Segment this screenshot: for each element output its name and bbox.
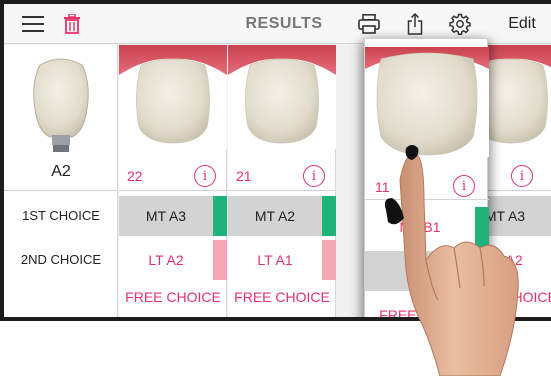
second-choice-cell[interactable]: LT A2 xyxy=(119,240,227,280)
tooth-photo xyxy=(119,45,227,149)
second-choice-color-bar xyxy=(213,240,227,280)
first-choice-cell[interactable]: MT A2 xyxy=(228,196,336,236)
shade-tab-image xyxy=(33,58,89,152)
first-choice-color-bar xyxy=(213,196,227,236)
info-icon[interactable]: i xyxy=(194,165,216,187)
delete-button[interactable] xyxy=(60,4,84,44)
trash-icon xyxy=(64,14,80,34)
pointing-hand-image xyxy=(384,145,519,376)
free-choice-link[interactable]: FREE CHOICE xyxy=(228,289,336,305)
second-choice-color-bar xyxy=(322,240,336,280)
print-icon xyxy=(358,14,380,34)
tooth-number: 21 xyxy=(236,168,252,184)
reference-shade-label: A2 xyxy=(51,163,71,180)
reference-column: A2 1ST CHOICE 2ND CHOICE xyxy=(4,45,118,317)
second-choice-label: LT A1 xyxy=(257,252,293,268)
first-choice-row-label: 1ST CHOICE xyxy=(22,207,100,223)
edit-button[interactable]: Edit xyxy=(500,4,544,44)
second-choice-cell[interactable]: LT A1 xyxy=(228,240,336,280)
tooth-number: 22 xyxy=(127,168,143,184)
menu-button[interactable] xyxy=(20,4,46,44)
divider xyxy=(119,190,227,191)
first-choice-cell[interactable]: MT A3 xyxy=(119,196,227,236)
divider xyxy=(228,190,336,191)
divider xyxy=(4,190,118,191)
info-icon[interactable]: i xyxy=(303,165,325,187)
menu-icon xyxy=(22,16,44,32)
free-choice-link[interactable]: FREE CHOICE xyxy=(119,289,227,305)
page-title: RESULTS xyxy=(245,15,323,32)
tooth-column-21[interactable]: 21 i MT A2 LT A1 FREE CHOICE xyxy=(228,45,336,317)
first-choice-label: MT A2 xyxy=(254,208,296,224)
second-choice-row-label: 2ND CHOICE xyxy=(20,251,102,267)
second-choice-label: LT A2 xyxy=(148,252,184,268)
tooth-photo xyxy=(228,45,336,149)
first-choice-color-bar xyxy=(322,196,336,236)
tooth-column-22[interactable]: 22 i MT A3 LT A2 FREE CHOICE xyxy=(119,45,227,317)
first-choice-label: MT A3 xyxy=(145,208,187,224)
gear-icon xyxy=(449,13,471,35)
share-icon xyxy=(407,13,423,35)
